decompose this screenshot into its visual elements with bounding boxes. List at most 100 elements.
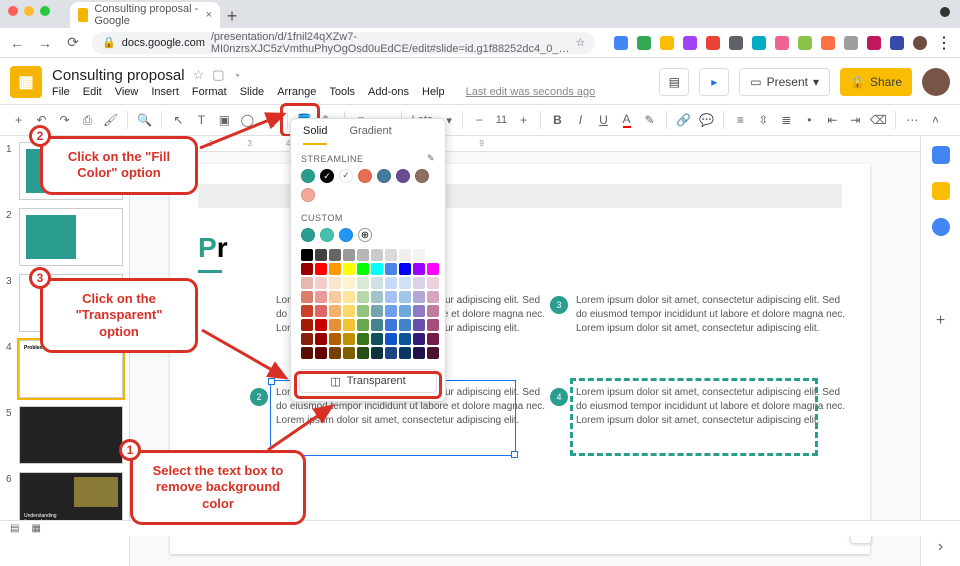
back-icon[interactable]: ← <box>8 35 26 51</box>
browser-tab[interactable]: Consulting proposal - Google × <box>70 2 220 28</box>
swatch[interactable] <box>315 249 327 261</box>
select-icon[interactable]: ↖ <box>168 108 189 132</box>
star-doc-icon[interactable]: ☆ <box>193 67 205 83</box>
swatch[interactable] <box>301 333 313 345</box>
swatch[interactable] <box>357 291 369 303</box>
swatch[interactable] <box>358 169 372 183</box>
swatch[interactable] <box>329 347 341 359</box>
doc-title[interactable]: Consulting proposal <box>52 67 185 84</box>
swatch[interactable] <box>343 347 355 359</box>
edit-theme-colors-icon[interactable]: ✎ <box>427 153 435 164</box>
swatch[interactable] <box>413 263 425 275</box>
browser-menu-icon[interactable]: ⋮ <box>936 33 952 53</box>
swatch[interactable] <box>343 319 355 331</box>
swatch[interactable] <box>329 249 341 261</box>
swatch[interactable] <box>385 333 397 345</box>
transparent-button[interactable]: ◫Transparent <box>299 369 437 393</box>
paint-format-icon[interactable]: 🖌 <box>100 108 121 132</box>
swatch[interactable] <box>301 188 315 202</box>
swatch[interactable] <box>385 291 397 303</box>
account-avatar[interactable] <box>922 68 950 96</box>
swatch[interactable] <box>385 305 397 317</box>
swatch[interactable] <box>413 333 425 345</box>
swatch[interactable] <box>427 333 439 345</box>
zoom-icon[interactable]: 🔍 <box>134 108 155 132</box>
mac-close[interactable] <box>8 6 18 16</box>
swatch[interactable] <box>315 305 327 317</box>
image-icon[interactable]: ▣ <box>214 108 235 132</box>
swatch[interactable] <box>329 291 341 303</box>
menu-insert[interactable]: Insert <box>151 86 179 98</box>
tab-close-icon[interactable]: × <box>206 9 212 21</box>
swatch[interactable] <box>301 305 313 317</box>
swatch[interactable] <box>399 263 411 275</box>
swatch[interactable] <box>427 319 439 331</box>
swatch[interactable] <box>357 319 369 331</box>
swatch[interactable] <box>301 291 313 303</box>
swatch[interactable]: ✓ <box>339 169 353 183</box>
ext-icon[interactable] <box>614 36 628 50</box>
underline-icon[interactable]: U <box>593 108 614 132</box>
swatch[interactable] <box>371 249 383 261</box>
present-button[interactable]: ▭ Present ▾ <box>739 68 830 96</box>
swatch[interactable] <box>343 291 355 303</box>
calendar-icon[interactable] <box>932 146 950 164</box>
browser-avatar[interactable] <box>913 36 927 50</box>
swatch[interactable] <box>301 347 313 359</box>
ext-icon[interactable] <box>821 36 835 50</box>
swatch[interactable] <box>315 333 327 345</box>
new-tab-button[interactable]: + <box>220 4 244 28</box>
swatch[interactable] <box>329 333 341 345</box>
reload-icon[interactable]: ⟳ <box>64 34 82 51</box>
textbox-icon[interactable]: T <box>191 108 212 132</box>
swatch[interactable] <box>371 291 383 303</box>
comment-icon[interactable]: 💬 <box>696 108 717 132</box>
swatch[interactable] <box>399 319 411 331</box>
swatch[interactable] <box>413 277 425 289</box>
ext-icon[interactable] <box>890 36 904 50</box>
swatch[interactable] <box>315 347 327 359</box>
swatch[interactable] <box>399 333 411 345</box>
new-slide-icon[interactable]: + <box>8 108 29 132</box>
swatch[interactable] <box>427 305 439 317</box>
swatch[interactable] <box>396 169 410 183</box>
swatch[interactable] <box>413 347 425 359</box>
swatch[interactable] <box>427 277 439 289</box>
line-icon[interactable]: ╲ <box>260 108 281 132</box>
move-doc-icon[interactable]: ▢ <box>212 67 224 83</box>
swatch[interactable] <box>343 277 355 289</box>
swatch[interactable] <box>320 228 334 242</box>
swatch[interactable] <box>377 169 391 183</box>
menu-format[interactable]: Format <box>192 86 227 98</box>
forward-icon[interactable]: → <box>36 35 54 51</box>
swatch[interactable] <box>329 277 341 289</box>
menu-slide[interactable]: Slide <box>240 86 264 98</box>
print-icon[interactable]: ⎙ <box>77 108 98 132</box>
swatch[interactable] <box>357 333 369 345</box>
slides-logo[interactable]: ▦ <box>10 66 42 98</box>
picker-tab-gradient[interactable]: Gradient <box>349 125 391 145</box>
swatch[interactable] <box>413 291 425 303</box>
redo-icon[interactable]: ↷ <box>54 108 75 132</box>
swatch[interactable] <box>385 277 397 289</box>
mac-max[interactable] <box>40 6 50 16</box>
ext-icon[interactable] <box>867 36 881 50</box>
swatch[interactable] <box>371 277 383 289</box>
comments-button[interactable]: ▤ <box>659 68 689 96</box>
swatch[interactable] <box>301 319 313 331</box>
swatch[interactable] <box>385 319 397 331</box>
ext-icon[interactable] <box>683 36 697 50</box>
slideshow-button[interactable]: ▸ <box>699 68 729 96</box>
content-tile-3[interactable]: 3Lorem ipsum dolor sit amet, consectetur… <box>550 294 850 336</box>
swatch[interactable] <box>371 347 383 359</box>
swatch[interactable] <box>399 305 411 317</box>
swatch[interactable] <box>343 263 355 275</box>
swatch[interactable] <box>301 249 313 261</box>
filmstrip-icon[interactable]: ▤ <box>10 523 19 534</box>
italic-icon[interactable]: I <box>570 108 591 132</box>
swatch[interactable] <box>371 333 383 345</box>
swatch[interactable] <box>427 249 439 261</box>
star-icon[interactable]: ☆ <box>575 36 585 49</box>
share-button[interactable]: 🔒 Share <box>840 68 912 96</box>
slide-thumb-5[interactable] <box>19 406 123 464</box>
